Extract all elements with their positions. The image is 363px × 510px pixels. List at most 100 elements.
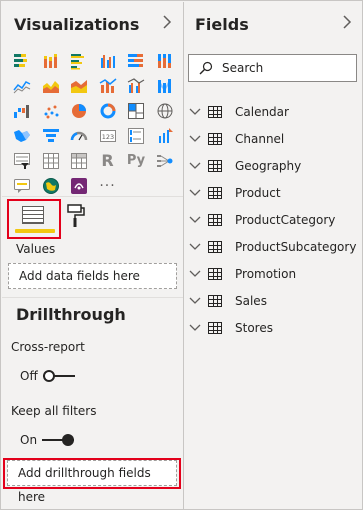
table-icon: [208, 321, 222, 334]
line-chart-icon[interactable]: [12, 76, 32, 95]
chevron-down-icon[interactable]: [189, 189, 203, 197]
chevron-down-icon[interactable]: [189, 162, 203, 170]
fields-well-icon: [22, 206, 44, 224]
donut-chart-icon[interactable]: [98, 101, 118, 120]
gallery-divider: [2, 196, 183, 197]
visual-gallery: 123 R Py ···: [12, 51, 175, 195]
table-row[interactable]: Stores: [185, 314, 363, 341]
multi-row-card-icon[interactable]: [126, 126, 146, 145]
values-dropzone[interactable]: Add data fields here: [8, 263, 177, 289]
power-apps-icon[interactable]: [69, 176, 89, 195]
table-row[interactable]: Sales: [185, 287, 363, 314]
chevron-right-icon[interactable]: [342, 14, 352, 34]
table-icon: [208, 186, 222, 199]
clustered-column-chart-icon[interactable]: [98, 51, 118, 70]
fields-pane: Fields Search Calendar Channel Geography Pr…: [185, 2, 363, 510]
clustered-bar-chart-icon[interactable]: [69, 51, 89, 70]
map-icon[interactable]: [155, 101, 175, 120]
table-row[interactable]: Promotion: [185, 260, 363, 287]
cross-report-label: Cross-report: [11, 340, 85, 354]
chevron-down-icon[interactable]: [189, 270, 203, 278]
card-icon[interactable]: 123: [98, 126, 118, 145]
chevron-down-icon[interactable]: [189, 135, 203, 143]
table-row[interactable]: Product: [185, 179, 363, 206]
report-panes: Visualizations 123 R Py ··· Values Add d…: [0, 0, 363, 510]
q-and-a-icon[interactable]: [12, 176, 32, 195]
chevron-down-icon[interactable]: [189, 324, 203, 332]
active-tab-indicator: [15, 229, 55, 233]
chevron-down-icon[interactable]: [189, 216, 203, 224]
100-percent-bar-chart-icon[interactable]: [126, 51, 146, 70]
area-chart-icon[interactable]: [41, 76, 61, 95]
table-row[interactable]: Geography: [185, 152, 363, 179]
kpi-icon[interactable]: [155, 126, 175, 145]
matrix-icon[interactable]: [69, 151, 89, 170]
drillthrough-title: Drillthrough: [16, 305, 126, 324]
table-icon: [208, 213, 222, 226]
treemap-icon[interactable]: [126, 101, 146, 120]
chevron-down-icon[interactable]: [189, 297, 203, 305]
table-icon: [208, 267, 222, 280]
search-icon: [199, 61, 213, 75]
table-name: Sales: [235, 293, 267, 308]
gauge-icon[interactable]: [69, 126, 89, 145]
fields-table-list: Calendar Channel Geography Product ProductCa…: [185, 98, 363, 341]
keep-filters-toggle[interactable]: On: [20, 433, 75, 447]
chevron-down-icon[interactable]: [189, 108, 203, 116]
visualizations-title: Visualizations: [14, 15, 140, 34]
chevron-right-icon[interactable]: [162, 14, 172, 34]
funnel-icon[interactable]: [41, 126, 61, 145]
stacked-area-chart-icon[interactable]: [69, 76, 89, 95]
table-icon: [208, 105, 222, 118]
more-visuals-icon[interactable]: ···: [98, 176, 118, 195]
r-visual-glyph: R: [101, 151, 114, 170]
values-label: Values: [16, 242, 56, 256]
100-percent-column-chart-icon[interactable]: [155, 51, 175, 70]
table-name: Product: [235, 185, 281, 200]
pie-chart-icon[interactable]: [69, 101, 89, 120]
table-row[interactable]: Channel: [185, 125, 363, 152]
table-name: Geography: [235, 158, 302, 173]
python-visual-icon[interactable]: Py: [126, 151, 146, 170]
cross-report-toggle[interactable]: Off: [20, 369, 75, 383]
stacked-column-chart-icon[interactable]: [41, 51, 61, 70]
fields-title: Fields: [195, 15, 249, 34]
keep-filters-state: On: [20, 433, 38, 447]
line-and-column-chart-icon[interactable]: [98, 76, 118, 95]
table-icon: [208, 159, 222, 172]
table-icon[interactable]: [41, 151, 61, 170]
table-row[interactable]: ProductSubcategory: [185, 233, 363, 260]
visualizations-pane: Visualizations 123 R Py ··· Values Add d…: [2, 2, 184, 510]
table-name: Calendar: [235, 104, 289, 119]
table-name: ProductSubcategory: [235, 239, 357, 254]
table-icon: [208, 294, 222, 307]
waterfall-chart-icon[interactable]: [12, 101, 32, 120]
cross-report-state: Off: [20, 369, 38, 383]
keep-filters-label: Keep all filters: [11, 404, 97, 418]
chevron-down-icon[interactable]: [189, 243, 203, 251]
python-visual-glyph: Py: [126, 153, 146, 168]
line-and-clustered-column-chart-icon[interactable]: [126, 76, 146, 95]
fields-search-input[interactable]: Search: [188, 54, 357, 82]
cross-report-switch[interactable]: [42, 370, 75, 382]
table-name: Channel: [235, 131, 285, 146]
arcgis-map-icon[interactable]: [41, 176, 61, 195]
r-visual-icon[interactable]: R: [98, 151, 118, 170]
scatter-chart-icon[interactable]: [41, 101, 61, 120]
table-row[interactable]: ProductCategory: [185, 206, 363, 233]
table-icon: [208, 132, 222, 145]
svg-text:123: 123: [101, 133, 113, 141]
table-icon: [208, 240, 222, 253]
drillthrough-highlight-box: [3, 458, 181, 489]
key-influencers-icon[interactable]: [155, 151, 175, 170]
ribbon-chart-icon[interactable]: [155, 76, 175, 95]
keep-filters-switch[interactable]: [42, 434, 75, 446]
fields-well-tab[interactable]: [7, 199, 61, 239]
drillthrough-divider: [2, 297, 183, 298]
filled-map-icon[interactable]: [12, 126, 32, 145]
search-placeholder: Search: [222, 61, 264, 75]
slicer-icon[interactable]: [12, 151, 32, 170]
table-row[interactable]: Calendar: [185, 98, 363, 125]
stacked-bar-chart-icon[interactable]: [12, 51, 32, 70]
paint-roller-icon[interactable]: [66, 203, 86, 229]
